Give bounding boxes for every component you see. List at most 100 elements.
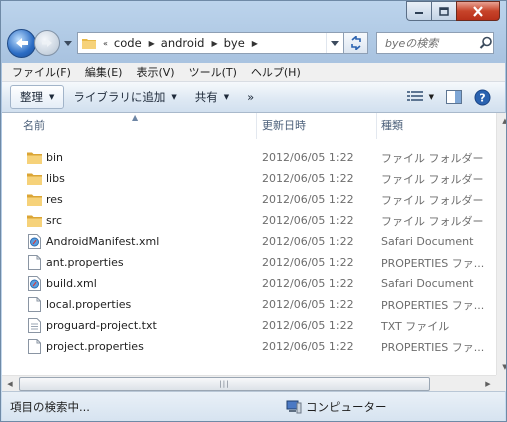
horizontal-scrollbar[interactable]: ◀ ||| ▶ xyxy=(2,375,496,391)
menu-view[interactable]: 表示(V) xyxy=(129,64,181,80)
organize-label: 整理 xyxy=(20,90,43,104)
list-item[interactable]: proguard-project.txt 2012/06/05 1:22 TXT… xyxy=(2,315,496,336)
column-headers: ▲ 名前 更新日時 種類 xyxy=(2,113,496,139)
address-history-button[interactable] xyxy=(326,33,343,53)
scrollbar-corner xyxy=(496,375,506,391)
breadcrumb-arrow-icon[interactable]: ▶ xyxy=(211,39,217,48)
dropdown-arrow-icon: ▼ xyxy=(428,93,434,101)
breadcrumb-overflow[interactable]: « xyxy=(103,39,108,48)
organize-button[interactable]: 整理 ▼ xyxy=(10,85,65,109)
menu-tools[interactable]: ツール(T) xyxy=(182,64,244,80)
scroll-right-button[interactable]: ▶ xyxy=(480,376,496,391)
chevron-down-icon xyxy=(64,40,72,46)
file-date: 2012/06/05 1:22 xyxy=(262,277,354,290)
dropdown-arrow-icon: ▼ xyxy=(49,93,55,101)
scroll-left-button[interactable]: ◀ xyxy=(2,376,18,391)
help-icon: ? xyxy=(474,89,491,105)
share-label: 共有 xyxy=(194,90,218,104)
refresh-button[interactable] xyxy=(344,32,368,54)
breadcrumb-arrow-icon[interactable]: ▶ xyxy=(149,39,155,48)
maximize-button[interactable] xyxy=(431,1,456,21)
file-icon xyxy=(26,339,42,355)
preview-pane-button[interactable] xyxy=(440,85,468,109)
recent-pages-button[interactable] xyxy=(63,40,73,46)
breadcrumb-item-code[interactable]: code xyxy=(114,36,142,50)
column-header-name[interactable]: ▲ 名前 xyxy=(2,113,257,139)
list-item[interactable]: AndroidManifest.xml 2012/06/05 1:22 Safa… xyxy=(2,231,496,252)
menu-edit[interactable]: 編集(E) xyxy=(78,64,130,80)
sort-ascending-icon: ▲ xyxy=(132,113,139,122)
safari-doc-icon xyxy=(26,276,42,292)
help-button[interactable]: ? xyxy=(468,85,497,109)
file-date: 2012/06/05 1:22 xyxy=(262,319,354,332)
minimize-icon xyxy=(415,12,423,14)
close-icon xyxy=(473,5,483,17)
back-button[interactable] xyxy=(7,28,36,58)
list-item[interactable]: libs 2012/06/05 1:22 ファイル フォルダー xyxy=(2,168,496,189)
file-name: proguard-project.txt xyxy=(46,319,157,332)
list-item[interactable]: res 2012/06/05 1:22 ファイル フォルダー xyxy=(2,189,496,210)
file-icon xyxy=(26,297,42,313)
status-location-label: コンピューター xyxy=(306,400,387,414)
menu-file[interactable]: ファイル(F) xyxy=(2,64,78,80)
status-bar: 項目の検索中... コンピューター xyxy=(2,391,505,421)
breadcrumb-item-bye[interactable]: bye xyxy=(224,36,245,50)
file-name: build.xml xyxy=(46,277,97,290)
scroll-down-button[interactable]: ▼ xyxy=(497,359,506,375)
scroll-up-button[interactable]: ▲ xyxy=(497,113,506,129)
folder-icon xyxy=(26,213,42,229)
preview-pane-icon xyxy=(446,90,462,104)
list-item[interactable]: project.properties 2012/06/05 1:22 PROPE… xyxy=(2,336,496,357)
list-item[interactable]: src 2012/06/05 1:22 ファイル フォルダー xyxy=(2,210,496,231)
file-name: AndroidManifest.xml xyxy=(46,235,160,248)
file-list: ▲ 名前 更新日時 種類 bin 2012/06/05 1:22 ファイル フォ… xyxy=(2,113,496,375)
file-type: PROPERTIES ファ... xyxy=(381,340,485,354)
file-date: 2012/06/05 1:22 xyxy=(262,214,354,227)
file-date: 2012/06/05 1:22 xyxy=(262,172,354,185)
forward-button[interactable] xyxy=(34,30,60,56)
close-button[interactable] xyxy=(456,1,500,21)
list-item[interactable]: bin 2012/06/05 1:22 ファイル フォルダー xyxy=(2,147,496,168)
file-rows: bin 2012/06/05 1:22 ファイル フォルダー libs 2012… xyxy=(2,147,496,357)
grip-icon: ||| xyxy=(219,380,230,388)
column-header-date[interactable]: 更新日時 xyxy=(257,113,377,139)
file-date: 2012/06/05 1:22 xyxy=(262,151,354,164)
back-arrow-icon xyxy=(15,38,28,48)
share-button[interactable]: 共有 ▼ xyxy=(186,85,238,109)
view-options-button[interactable]: ▼ xyxy=(401,85,440,109)
status-location: コンピューター xyxy=(286,399,387,415)
dropdown-arrow-icon: ▼ xyxy=(171,93,177,101)
file-type: ファイル フォルダー xyxy=(381,151,484,165)
list-item[interactable]: build.xml 2012/06/05 1:22 Safari Documen… xyxy=(2,273,496,294)
list-item[interactable]: local.properties 2012/06/05 1:22 PROPERT… xyxy=(2,294,496,315)
safari-doc-icon xyxy=(26,234,42,250)
search-box[interactable] xyxy=(376,32,494,54)
file-name: bin xyxy=(46,151,64,164)
file-date: 2012/06/05 1:22 xyxy=(262,193,354,206)
menu-help[interactable]: ヘルプ(H) xyxy=(244,64,308,80)
column-header-type[interactable]: 種類 xyxy=(377,113,496,139)
file-date: 2012/06/05 1:22 xyxy=(262,340,354,353)
file-name: res xyxy=(46,193,63,206)
search-icon[interactable] xyxy=(479,36,493,50)
file-type: ファイル フォルダー xyxy=(381,214,484,228)
address-bar[interactable]: « code ▶ android ▶ bye ▶ xyxy=(77,32,344,54)
breadcrumb: « code ▶ android ▶ bye ▶ xyxy=(96,36,264,50)
folder-icon xyxy=(82,39,96,49)
search-input[interactable] xyxy=(383,35,479,51)
breadcrumb-arrow-icon[interactable]: ▶ xyxy=(252,39,258,48)
minimize-button[interactable] xyxy=(406,1,431,21)
horizontal-scroll-thumb[interactable]: ||| xyxy=(19,377,430,391)
file-date: 2012/06/05 1:22 xyxy=(262,298,354,311)
menu-bar: ファイル(F) 編集(E) 表示(V) ツール(T) ヘルプ(H) xyxy=(2,63,505,82)
command-bar: 整理 ▼ ライブラリに追加 ▼ 共有 ▼ » ▼ ? xyxy=(2,82,505,113)
list-item[interactable]: ant.properties 2012/06/05 1:22 PROPERTIE… xyxy=(2,252,496,273)
chevron-down-icon xyxy=(331,40,339,46)
breadcrumb-item-android[interactable]: android xyxy=(161,36,205,50)
more-commands-button[interactable]: » xyxy=(238,85,263,109)
folder-icon xyxy=(26,192,42,208)
add-to-library-label: ライブラリに追加 xyxy=(73,90,166,104)
vertical-scrollbar[interactable]: ▲ ▼ xyxy=(496,113,506,375)
add-to-library-button[interactable]: ライブラリに追加 ▼ xyxy=(64,85,185,109)
svg-text:?: ? xyxy=(479,91,485,104)
